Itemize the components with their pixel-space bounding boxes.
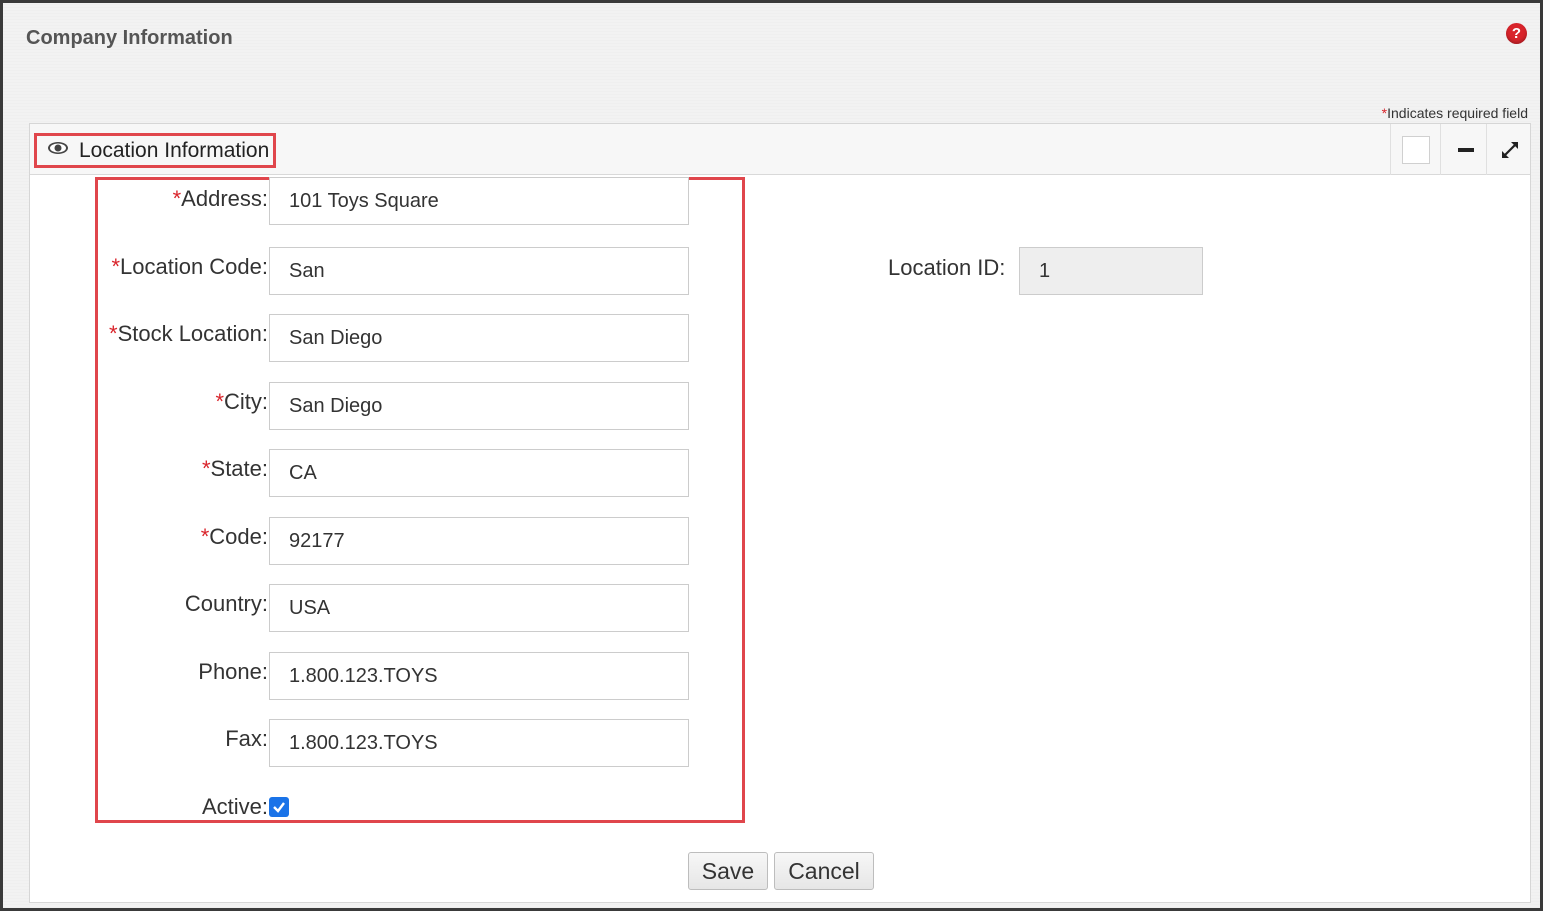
- help-icon[interactable]: ?: [1506, 23, 1527, 44]
- expand-icon: [1501, 141, 1518, 158]
- field-input[interactable]: [269, 314, 689, 362]
- required-note-text: Indicates required field: [1387, 105, 1528, 121]
- field-input[interactable]: [269, 652, 689, 700]
- field-input[interactable]: [269, 517, 689, 565]
- field-label: Phone:: [198, 659, 268, 685]
- required-star: *: [111, 254, 120, 279]
- location-id-label: Location ID:: [888, 255, 1006, 280]
- field-label-text: Phone:: [198, 659, 268, 684]
- active-checkbox[interactable]: [269, 797, 289, 817]
- panel-title-highlight[interactable]: Location Information: [34, 133, 276, 168]
- required-star: *: [201, 456, 211, 481]
- required-star: *: [109, 321, 118, 346]
- field-label-text: Fax:: [225, 726, 268, 751]
- field-label-text: City:: [224, 389, 268, 414]
- cancel-button[interactable]: Cancel: [774, 852, 874, 890]
- save-button[interactable]: Save: [688, 852, 768, 890]
- required-field-note: *Indicates required field: [1382, 105, 1528, 121]
- field-label-text: Stock Location:: [117, 321, 268, 346]
- field-label-text: State:: [210, 456, 268, 481]
- field-label: Country:: [185, 591, 268, 617]
- field-label-text: Country:: [184, 591, 268, 616]
- field-label: *State:: [202, 456, 268, 482]
- checkmark-icon: [273, 802, 285, 813]
- panel-header: Location Information: [30, 124, 1530, 175]
- field-input[interactable]: [269, 177, 689, 225]
- active-label: Active:: [201, 794, 268, 819]
- field-label-text: Address:: [181, 186, 268, 211]
- field-label-text: Location Code:: [120, 254, 268, 279]
- field-label: *Stock Location:: [109, 321, 268, 347]
- minimize-icon: [1457, 147, 1474, 152]
- field-input[interactable]: [269, 449, 689, 497]
- panel-title: Location Information: [79, 138, 270, 162]
- field-input[interactable]: [269, 719, 689, 767]
- panel-minimize-button[interactable]: [1440, 124, 1490, 175]
- field-input[interactable]: [269, 247, 689, 295]
- field-label: *Address:: [173, 186, 268, 212]
- required-star: *: [172, 186, 182, 211]
- field-label: *Code:: [201, 524, 268, 550]
- location-information-panel: Location Information *Address:*Location …: [29, 123, 1531, 903]
- field-label-text: Code:: [209, 524, 268, 549]
- panel-square-button[interactable]: [1390, 124, 1440, 175]
- location-id-field[interactable]: [1019, 247, 1203, 295]
- panel-expand-button[interactable]: [1486, 124, 1532, 175]
- required-star: *: [200, 524, 210, 549]
- field-label: *City:: [215, 389, 268, 415]
- square-toggle-icon: [1401, 135, 1430, 164]
- required-star: *: [215, 389, 224, 414]
- page-frame: Company Information ? *Indicates require…: [3, 3, 1540, 908]
- eye-icon: [47, 141, 69, 160]
- page-title: Company Information: [26, 27, 233, 49]
- field-input[interactable]: [269, 382, 689, 430]
- field-label: Fax:: [225, 726, 268, 752]
- field-label: *Location Code:: [111, 254, 268, 280]
- field-input[interactable]: [269, 584, 689, 632]
